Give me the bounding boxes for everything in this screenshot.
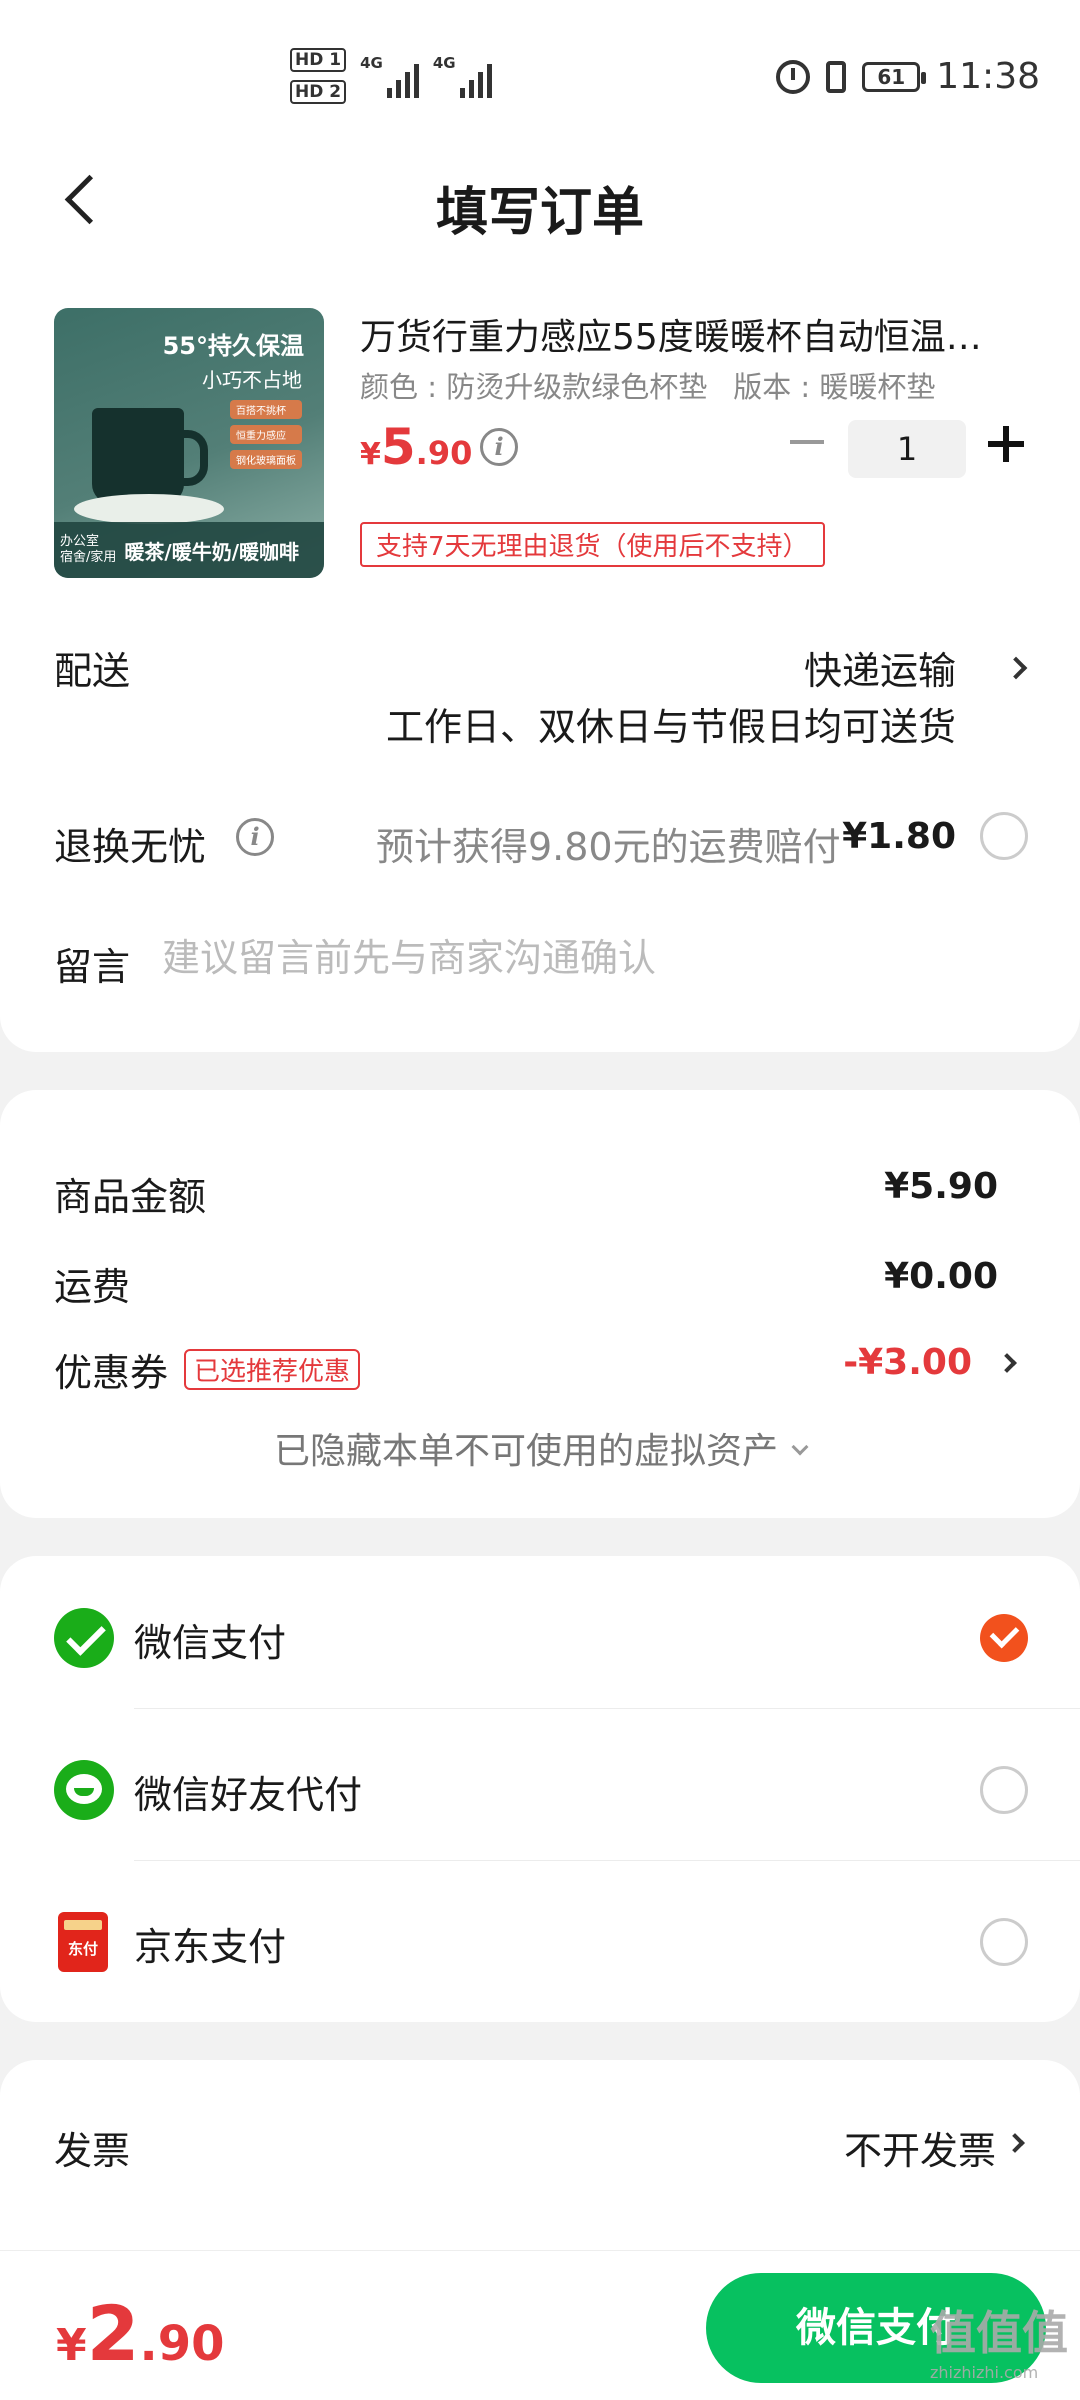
watermark: 值值值 [930,2306,1068,2360]
coupon-tag: 已选推荐优惠 [184,1349,361,1390]
shipping-value: ¥0.00 [884,1256,998,1297]
image-subline: 小巧不占地 [202,368,302,392]
jd-icon-text: 东付 [67,1940,98,1958]
header: 填写订单 [0,140,1080,260]
image-tag: 钢化玻璃面板 [230,450,302,469]
chevron-right-icon[interactable] [1004,656,1028,680]
payment-option-jd[interactable]: 东付 京东支付 [0,1860,1080,2010]
order-info-card: 55°持久保温 小巧不占地 百搭不挑杯 恒重力感应 钢化玻璃面板 办公室 宿舍/… [0,260,1080,1052]
image-bottom-big: 暖茶/暖牛奶/暖咖啡 [124,539,299,564]
image-tag: 恒重力感应 [230,425,302,444]
image-bottom-small-2: 宿舍/家用 [60,550,117,565]
price-decimal: .90 [415,434,473,472]
hidden-assets-text: 已隐藏本单不可使用的虚拟资产 [273,1431,778,1472]
page-title: 填写订单 [435,183,644,243]
network-indicators: HD 1 HD 2 4G 4G [290,48,492,104]
payment-radio-checked[interactable] [980,1614,1028,1662]
price-summary-card: 商品金额 ¥5.90 运费 ¥0.00 优惠券 已选推荐优惠 -¥3.00 已隐藏… [0,1090,1080,1518]
chevron-down-icon [791,1438,809,1456]
payment-methods-card: 微信支付 微信好友代付 东付 京东支付 [0,1556,1080,2022]
coupon-value: -¥3.00 [843,1342,972,1383]
image-headline: 55°持久保温 [162,332,304,360]
total-currency: ¥ [56,2320,87,2371]
goods-amount-label: 商品金额 [54,1175,207,1219]
return-insurance-info-icon[interactable]: i [236,818,274,856]
price-info-icon[interactable]: i [480,428,518,466]
message-input[interactable] [162,930,1022,986]
mug-graphic [92,408,208,504]
hd1-badge: HD 1 [290,48,347,72]
coaster-graphic [74,494,224,524]
return-insurance-label: 退换无忧 [54,825,207,869]
spec-color: 颜色 : 防烫升级款绿色杯垫 [360,370,708,404]
checkout-bar: ¥2.90 微信支付 值值值 zhizhizhi.com [0,2250,1080,2400]
wechat-friend-pay-icon [54,1760,114,1820]
price-integer: 5 [380,418,416,476]
payment-label: 微信支付 [134,1621,287,1665]
payment-option-wechat-friend[interactable]: 微信好友代付 [0,1708,1080,1858]
goods-amount-value: ¥5.90 [884,1166,998,1207]
image-tag: 百搭不挑杯 [230,400,302,419]
goods-amount-row: 商品金额 ¥5.90 [54,1166,998,1221]
chevron-right-icon [1005,2133,1025,2153]
product-spec: 颜色 : 防烫升级款绿色杯垫 版本 : 暖暖杯垫 [360,364,935,406]
return-policy-badge: 支持7天无理由退货（使用后不支持） [360,522,825,567]
spec-version: 版本 : 暖暖杯垫 [733,370,936,404]
total-decimal: .90 [139,2316,225,2372]
image-tags: 百搭不挑杯 恒重力感应 钢化玻璃面板 [230,400,302,469]
battery-icon: 61 [862,61,927,92]
delivery-method[interactable]: 快递运输 [804,640,956,695]
chevron-right-icon[interactable] [997,1353,1017,1373]
wechat-pay-icon [54,1608,114,1668]
payment-radio[interactable] [980,1766,1028,1814]
product-image[interactable]: 55°持久保温 小巧不占地 百搭不挑杯 恒重力感应 钢化玻璃面板 办公室 宿舍/… [54,308,324,578]
quantity-decrease-button[interactable] [780,420,836,464]
invoice-label: 发票 [54,2129,131,2173]
signal-2-icon: 4G [433,54,492,98]
product-price: ¥5.90 [360,418,472,476]
quantity-increase-button[interactable] [988,426,1024,462]
jd-pay-icon: 东付 [58,1912,108,1972]
signal-1-icon: 4G [360,54,419,98]
message-label: 留言 [54,945,131,989]
payment-option-wechat[interactable]: 微信支付 [0,1556,1080,1706]
invoice-value: 不开发票 [843,2129,996,2173]
payment-label: 微信好友代付 [134,1773,363,1817]
delivery-label: 配送 [54,649,131,693]
hd2-badge: HD 2 [290,80,347,104]
alarm-icon [776,59,811,94]
image-bottom-banner: 办公室 宿舍/家用 暖茶/暖牛奶/暖咖啡 [54,522,324,578]
return-insurance-estimate: 预计获得9.80元的运费赔付 [376,825,841,869]
minus-icon [790,440,824,444]
status-right: 61 11:38 [776,56,1040,97]
network-type-2: 4G [432,54,456,72]
image-bottom-small-1: 办公室 [60,534,100,549]
shipping-row: 运费 ¥0.00 [54,1256,998,1311]
watermark-url: zhizhizhi.com [930,2363,1039,2382]
return-insurance-price: ¥1.80 [842,816,956,857]
total-price: ¥2.90 [56,2289,225,2378]
product-title[interactable]: 万货行重力感应55度暖暖杯自动恒温… [360,308,1000,360]
return-insurance-radio[interactable] [980,812,1028,860]
network-type-1: 4G [360,54,383,72]
price-currency: ¥ [360,437,381,472]
coupon-row[interactable]: 优惠券 已选推荐优惠 -¥3.00 [54,1342,998,1397]
hidden-assets-toggle[interactable]: 已隐藏本单不可使用的虚拟资产 [0,1422,1080,1474]
delivery-note: 工作日、双休日与节假日均可送货 [385,705,956,749]
shipping-label: 运费 [54,1265,131,1309]
status-bar: HD 1 HD 2 4G 4G 61 11:38 [0,0,1080,140]
clock: 11:38 [936,56,1040,97]
vibrate-icon [826,60,847,93]
payment-radio[interactable] [980,1918,1028,1966]
total-integer: 2 [86,2289,140,2378]
coupon-label: 优惠券 [54,1351,169,1395]
payment-label: 京东支付 [134,1925,287,1969]
quantity-field[interactable]: 1 [848,420,966,478]
